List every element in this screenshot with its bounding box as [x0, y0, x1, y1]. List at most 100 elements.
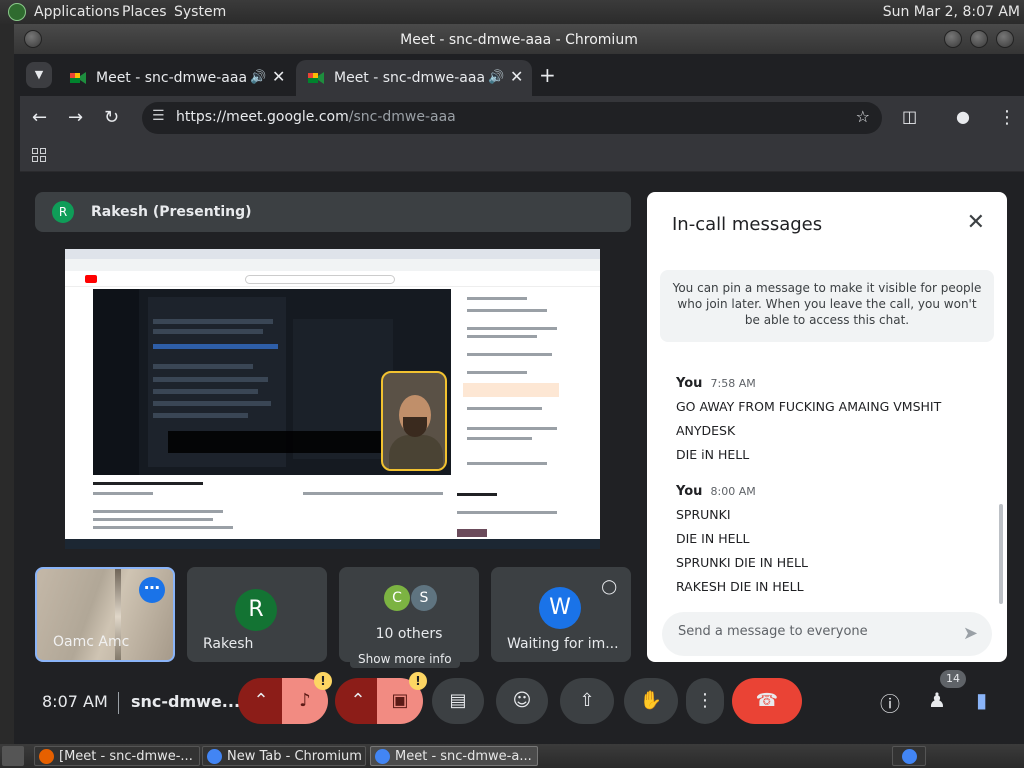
- meet-favicon-icon: [70, 72, 86, 84]
- participant-name: Rakesh: [203, 636, 254, 652]
- pin-note: You can pin a message to make it visible…: [660, 270, 994, 342]
- url-text[interactable]: https://meet.google.com/snc-dmwe-aaa: [176, 109, 456, 125]
- meeting-code[interactable]: snc-dmwe...: [131, 692, 240, 711]
- message-time: 8:00 AM: [710, 485, 756, 498]
- bookmark-star-icon[interactable]: ☆: [856, 107, 870, 126]
- url-path: /snc-dmwe-aaa: [348, 109, 456, 125]
- taskbar-item-newtab[interactable]: New Tab - Chromium: [202, 746, 366, 766]
- video-options-button[interactable]: ⌃: [335, 678, 381, 724]
- kebab-menu-icon[interactable]: ⋮: [998, 107, 1016, 128]
- shared-live-chat: [457, 287, 567, 477]
- os-taskbar: [Meet - snc-dmwe-... New Tab - Chromium …: [0, 744, 1024, 768]
- tab-search-button[interactable]: ▼: [26, 62, 52, 88]
- message-text[interactable]: DIE iN HELL: [676, 443, 941, 467]
- message-text[interactable]: SPRUNKI: [676, 503, 808, 527]
- message-text[interactable]: GO AWAY FROM FUCKING AMAING VMSHIT: [676, 395, 941, 419]
- camera-toggle-button[interactable]: ▣ !: [377, 672, 427, 724]
- message-text[interactable]: ANYDESK: [676, 419, 941, 443]
- minimize-button[interactable]: [944, 30, 962, 48]
- tab-meet-1[interactable]: Meet - snc-dmwe-aaa 🔊 ✕: [58, 60, 294, 96]
- chromium-icon: [902, 749, 917, 764]
- participant-count-badge: 14: [940, 670, 966, 688]
- tray-chromium-icon[interactable]: [892, 746, 926, 766]
- self-tile[interactable]: ⋯ Oamc Amc: [35, 567, 175, 662]
- participant-tile-rakesh[interactable]: R Rakesh: [187, 567, 327, 662]
- speaker-icon[interactable]: 🔊: [488, 70, 504, 85]
- youtube-logo-icon: [85, 275, 97, 283]
- menu-system[interactable]: System: [174, 4, 226, 20]
- shared-related-videos: [457, 489, 577, 539]
- participant-tile-others[interactable]: C S 10 others: [339, 567, 479, 662]
- present-button[interactable]: ⇧: [560, 678, 614, 724]
- raise-hand-button[interactable]: ✋: [624, 678, 678, 724]
- camera-off-icon: ▣: [391, 690, 409, 711]
- apps-grid-icon[interactable]: [32, 148, 46, 162]
- message-text[interactable]: SPRUNKI DIE IN HELL: [676, 551, 808, 575]
- captions-button[interactable]: ▤: [432, 678, 484, 724]
- tab-label: Meet - snc-dmwe-aaa: [96, 70, 248, 86]
- shared-screen[interactable]: [65, 249, 600, 549]
- mic-toggle-button[interactable]: ♪ !: [282, 672, 332, 724]
- distro-logo-icon[interactable]: [8, 3, 26, 21]
- reload-icon[interactable]: ↻: [104, 107, 119, 128]
- more-options-button[interactable]: ⋮: [686, 678, 724, 724]
- chat-scrollbar[interactable]: [999, 504, 1003, 604]
- shared-taskbar: [65, 539, 600, 549]
- avatar: S: [411, 585, 437, 611]
- shared-addressbar: [65, 259, 600, 271]
- menu-applications[interactable]: Applications: [34, 4, 120, 20]
- warning-icon: !: [409, 672, 427, 690]
- presenter-name: Rakesh (Presenting): [91, 204, 252, 220]
- close-window-button[interactable]: [996, 30, 1014, 48]
- speaker-icon[interactable]: 🔊: [250, 70, 266, 85]
- maximize-button[interactable]: [970, 30, 988, 48]
- tooltip: Show more info: [350, 650, 460, 668]
- address-bar[interactable]: ☰ https://meet.google.com/snc-dmwe-aaa ☆: [142, 102, 882, 134]
- more-options-icon[interactable]: ⋯: [139, 577, 165, 603]
- taskbar-item-label: [Meet - snc-dmwe-...: [59, 749, 193, 764]
- info-icon[interactable]: ⓘ: [880, 688, 900, 717]
- close-tab-icon[interactable]: ✕: [510, 67, 523, 86]
- message-text[interactable]: RAKESH DIE IN HELL: [676, 575, 808, 599]
- chat-icon[interactable]: ▮: [976, 688, 987, 712]
- tab-meet-2[interactable]: Meet - snc-dmwe-aaa 🔊 ✕: [296, 60, 532, 96]
- message-group: You 8:00 AM SPRUNKI DIE IN HELL SPRUNKI …: [676, 484, 808, 599]
- profile-icon[interactable]: ●: [956, 107, 970, 126]
- chromium-icon: [375, 749, 390, 764]
- browser-toolbar: ← → ↻ ☰ https://meet.google.com/snc-dmwe…: [20, 96, 1024, 140]
- menu-places[interactable]: Places: [122, 4, 167, 20]
- window-titlebar[interactable]: Meet - snc-dmwe-aaa - Chromium: [14, 24, 1024, 54]
- chat-message-input[interactable]: [678, 624, 938, 639]
- taskbar-item-meet-firefox[interactable]: [Meet - snc-dmwe-...: [34, 746, 200, 766]
- chat-title: In-call messages: [672, 214, 823, 235]
- message-text[interactable]: DIE IN HELL: [676, 527, 808, 551]
- audio-options-button[interactable]: ⌃: [238, 678, 284, 724]
- new-tab-icon[interactable]: +: [539, 63, 556, 87]
- warning-icon: !: [314, 672, 332, 690]
- reactions-button[interactable]: ☺: [496, 678, 548, 724]
- close-tab-icon[interactable]: ✕: [272, 67, 285, 86]
- bookmarks-bar: [20, 140, 1024, 172]
- shared-tabbar: [65, 249, 600, 259]
- self-name: Oamc Amc: [53, 634, 130, 650]
- chat-panel: In-call messages ✕ You can pin a message…: [647, 192, 1007, 662]
- window-title: Meet - snc-dmwe-aaa - Chromium: [400, 32, 638, 48]
- system-clock[interactable]: Sun Mar 2, 8:07 AM: [883, 4, 1020, 20]
- participant-tile-waiting[interactable]: ◯ W Waiting for im...: [491, 567, 631, 662]
- leave-call-button[interactable]: ☎: [732, 678, 802, 724]
- presenter-banner[interactable]: R Rakesh (Presenting): [35, 192, 631, 232]
- shared-yt-search: [245, 275, 395, 284]
- people-icon[interactable]: ♟: [928, 688, 946, 712]
- extensions-icon[interactable]: ◫: [902, 107, 917, 126]
- taskbar-item-meet-chromium[interactable]: Meet - snc-dmwe-a...: [370, 746, 538, 766]
- meeting-time: 8:07 AM: [42, 692, 108, 711]
- show-desktop-button[interactable]: [2, 746, 24, 766]
- site-info-icon[interactable]: ☰: [152, 108, 165, 124]
- taskbar-item-label: Meet - snc-dmwe-a...: [395, 749, 532, 764]
- back-arrow-icon[interactable]: ←: [32, 107, 47, 128]
- close-icon[interactable]: ✕: [967, 210, 985, 235]
- avatar: R: [235, 589, 277, 631]
- message-sender: You: [676, 484, 703, 499]
- send-icon[interactable]: ➤: [963, 623, 978, 644]
- forward-arrow-icon[interactable]: →: [68, 107, 83, 128]
